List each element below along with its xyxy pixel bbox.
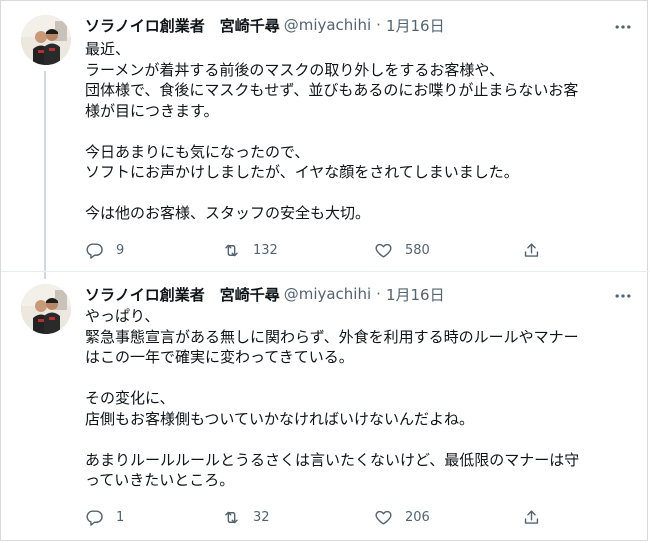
avatar[interactable] (21, 284, 71, 334)
retweet-button[interactable]: 32 (222, 505, 270, 529)
more-icon[interactable] (613, 286, 633, 306)
tweet[interactable]: ソラノイロ創業者 宮崎千尋 @miyachihi · 1月16日 やっぱり、 緊… (1, 271, 649, 541)
user-handle[interactable]: @miyachihi (284, 16, 371, 34)
heart-icon (374, 241, 393, 260)
tweet-text: やっぱり、 緊急事態宣言がある無しに関わらず、外食を利用する時のルールやマナー … (85, 306, 635, 491)
avatar[interactable] (21, 15, 71, 65)
like-button[interactable]: 206 (374, 505, 430, 529)
retweet-icon (222, 241, 241, 260)
reply-count: 1 (116, 509, 125, 525)
retweet-count: 32 (253, 509, 270, 525)
reply-button[interactable]: 9 (85, 238, 124, 262)
reply-icon (85, 508, 104, 527)
tweet-line: ラーメンが着丼する前後のマスクの取り外しをするお客様や、 (85, 60, 504, 79)
tweet-header: ソラノイロ創業者 宮崎千尋 @miyachihi · 1月16日 (85, 283, 445, 305)
tweet-text: 最近、 ラーメンが着丼する前後のマスクの取り外しをするお客様や、 団体様で、食後… (85, 39, 635, 224)
display-name[interactable]: ソラノイロ創業者 宮崎千尋 (85, 15, 280, 36)
like-count: 580 (405, 242, 430, 258)
tweet-line: はこの一年で確実に変わってきている。 (85, 348, 354, 366)
share-icon (522, 508, 541, 527)
tweet-line: やっぱり、 (85, 307, 160, 325)
tweet-line: 団体様で、食後にマスクもせず、並びもあるのにお喋りが止まらないお客 (85, 81, 579, 99)
like-count: 206 (405, 509, 430, 525)
tweet-line: 店側もお客様側もついていかなければいけないんだよね。 (85, 409, 474, 428)
separator-dot: · (376, 16, 381, 34)
tweet-line: あまりルールルールとうるさくは言いたくないけど、最低限のマナーは守 (85, 450, 580, 469)
tweet-date[interactable]: 1月16日 (386, 284, 445, 305)
reply-button[interactable]: 1 (85, 505, 124, 529)
tweet-date[interactable]: 1月16日 (386, 15, 445, 36)
separator-dot: · (376, 285, 381, 303)
retweet-count: 132 (253, 242, 278, 258)
tweet-line: 様が目につきます。 (85, 101, 219, 120)
more-icon[interactable] (613, 17, 633, 37)
tweet-thread: ソラノイロ創業者 宮崎千尋 @miyachihi · 1月16日 最近、 ラーメ… (0, 0, 649, 541)
like-button[interactable]: 580 (374, 238, 430, 262)
share-button[interactable] (522, 505, 541, 529)
tweet-line: その変化に、 (85, 389, 175, 407)
user-handle[interactable]: @miyachihi (284, 285, 371, 303)
reply-icon (85, 241, 104, 260)
share-icon (522, 241, 541, 260)
tweet-actions: 9 132 580 (85, 238, 585, 262)
tweet-line: ソフトにお声かけしましたが、イヤな顔をされてしまいました。 (85, 163, 519, 181)
tweet-actions: 1 32 206 (85, 505, 585, 529)
tweet-header: ソラノイロ創業者 宮崎千尋 @miyachihi · 1月16日 (85, 14, 445, 36)
tweet-line: 今日あまりにも気になったので、 (85, 142, 310, 161)
tweet[interactable]: ソラノイロ創業者 宮崎千尋 @miyachihi · 1月16日 最近、 ラーメ… (1, 1, 649, 271)
tweet-line: 最近、 (85, 40, 131, 58)
heart-icon (374, 508, 393, 527)
retweet-button[interactable]: 132 (222, 238, 278, 262)
tweet-line: 緊急事態宣言がある無しに関わらず、外食を利用する時のルールやマナー (85, 327, 579, 346)
tweet-line: っていきたいところ。 (85, 471, 235, 489)
retweet-icon (222, 508, 241, 527)
share-button[interactable] (522, 238, 541, 262)
display-name[interactable]: ソラノイロ創業者 宮崎千尋 (85, 284, 280, 305)
reply-count: 9 (116, 242, 125, 258)
tweet-line: 今は他のお客様、スタッフの安全も大切。 (85, 204, 371, 222)
